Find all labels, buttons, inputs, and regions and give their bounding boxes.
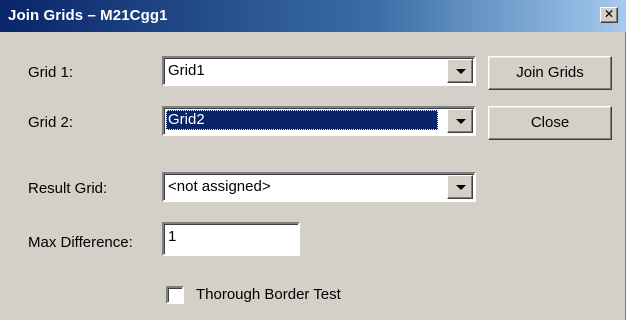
thorough-border-test-label[interactable]: Thorough Border Test xyxy=(196,286,341,303)
title-bar[interactable]: Join Grids – M21Cgg1 ✕ xyxy=(0,0,626,32)
join-grids-button-label: Join Grids xyxy=(516,64,584,81)
grid1-dropdown-arrow-icon[interactable] xyxy=(447,59,473,83)
close-window-button[interactable]: ✕ xyxy=(600,7,618,23)
grid2-select[interactable]: Grid2 xyxy=(162,106,476,136)
grid2-label: Grid 2: xyxy=(28,114,74,131)
max-difference-value: 1 xyxy=(168,228,177,245)
close-icon: ✕ xyxy=(603,7,615,21)
result-grid-value: <not assigned> xyxy=(168,178,271,195)
result-grid-select[interactable]: <not assigned> xyxy=(162,172,476,202)
max-difference-label: Max Difference: xyxy=(28,234,133,251)
grid1-label: Grid 1: xyxy=(28,64,74,81)
result-grid-dropdown-arrow-icon[interactable] xyxy=(447,175,473,199)
grid2-value: Grid2 xyxy=(166,110,438,130)
window-title: Join Grids – M21Cgg1 xyxy=(8,7,168,24)
close-button-label: Close xyxy=(530,114,570,131)
result-grid-label: Result Grid: xyxy=(28,180,108,197)
close-button[interactable]: Close xyxy=(488,106,612,140)
thorough-border-test-checkbox[interactable] xyxy=(166,286,184,304)
grid1-select[interactable]: Grid1 xyxy=(162,56,476,86)
grid1-value: Grid1 xyxy=(168,62,205,79)
max-difference-input[interactable]: 1 xyxy=(162,222,300,256)
join-grids-button[interactable]: Join Grids xyxy=(488,56,612,90)
grid2-dropdown-arrow-icon[interactable] xyxy=(447,109,473,133)
join-grids-dialog: Join Grids – M21Cgg1 ✕ Grid 1: Grid1 Gri… xyxy=(0,0,626,320)
